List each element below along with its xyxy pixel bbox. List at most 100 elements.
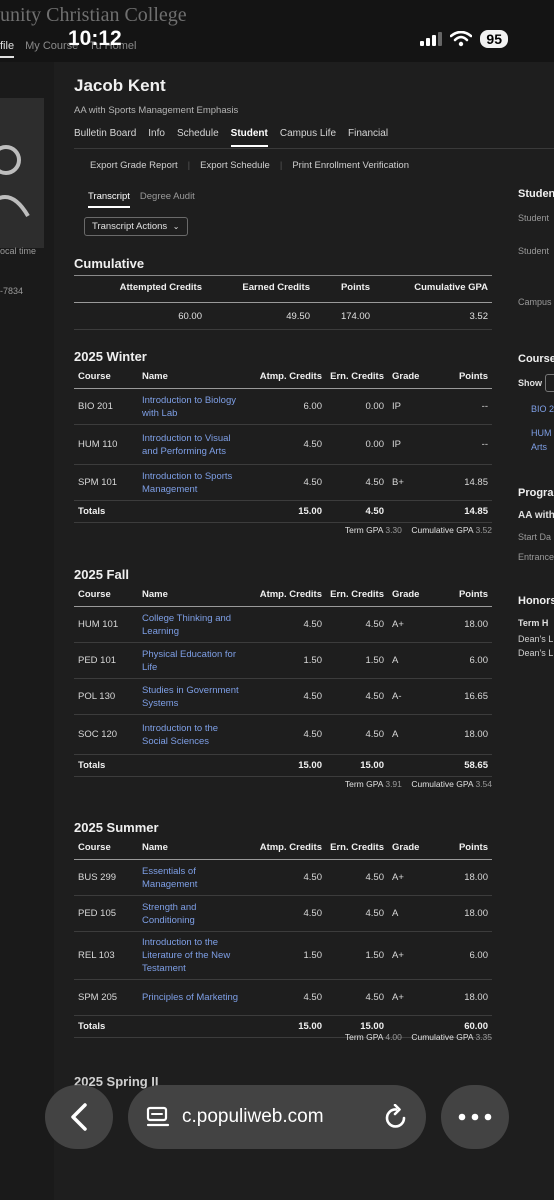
grade: A <box>388 642 432 679</box>
more-button[interactable] <box>441 1085 509 1149</box>
totals-label: Totals <box>74 500 138 523</box>
column-header: Atmp. Credits <box>250 583 326 607</box>
column-header: Course <box>74 365 138 389</box>
attempted-credits: 4.50 <box>250 606 326 643</box>
right-student-1: Student <box>518 213 550 223</box>
empty-cell <box>388 500 432 523</box>
points: 18.00 <box>432 606 492 643</box>
right-program-heading: Progra <box>518 487 554 499</box>
nav-campus-life[interactable]: Campus Life <box>280 128 336 147</box>
college-title: unity Christian College <box>0 4 187 26</box>
course-name-link[interactable]: Introduction to the Social Sciences <box>138 714 250 755</box>
earned-credits: 0.00 <box>326 424 388 465</box>
totals-attempted: 15.00 <box>250 500 326 523</box>
cum-earned: 49.50 <box>286 311 310 322</box>
points: 18.00 <box>432 859 492 896</box>
cum-header-earned: Earned Credits <box>242 282 310 293</box>
course-name-link[interactable]: Introduction to Biology with Lab <box>138 388 250 425</box>
totals-earned: 4.50 <box>326 500 388 523</box>
transcript-actions-dropdown[interactable]: Transcript Actions ⌄ <box>84 217 188 236</box>
nav-student[interactable]: Student <box>230 128 268 147</box>
export-grade-report-link[interactable]: Export Grade Report <box>90 160 178 171</box>
right-honors-heading: Honors <box>518 595 554 607</box>
course-name-link[interactable]: Introduction to the Literature of the Ne… <box>138 931 250 980</box>
course-name-link[interactable]: Principles of Marketing <box>138 979 250 1016</box>
column-header: Name <box>138 365 250 389</box>
term-table: Course Name Atmp. Credits Ern. Credits Grade… <box>74 583 492 777</box>
attempted-credits: 1.50 <box>250 931 326 980</box>
nav-schedule[interactable]: Schedule <box>177 128 219 147</box>
term-title: 2025 Winter <box>74 349 147 364</box>
reload-icon[interactable] <box>384 1104 408 1130</box>
course-code: HUM 101 <box>74 606 138 643</box>
back-button[interactable] <box>45 1085 113 1149</box>
nav-bulletin-board[interactable]: Bulletin Board <box>74 128 136 147</box>
subtab-transcript[interactable]: Transcript <box>88 191 130 208</box>
tab-profile[interactable]: file <box>0 40 15 58</box>
attempted-credits: 4.50 <box>250 979 326 1016</box>
right-deans-list-2: Dean's L <box>518 648 554 658</box>
grade: A+ <box>388 979 432 1016</box>
term-gpa-label: Term GPA <box>344 779 383 789</box>
subtab-degree-audit[interactable]: Degree Audit <box>140 191 195 208</box>
column-header: Ern. Credits <box>326 836 388 860</box>
course-name-link[interactable]: Essentials of Management <box>138 859 250 896</box>
nav-info[interactable]: Info <box>148 128 165 147</box>
show-select[interactable] <box>545 374 554 392</box>
grade: A+ <box>388 606 432 643</box>
table-header-row: Course Name Atmp. Credits Ern. Credits Grade… <box>74 836 492 860</box>
earned-credits: 4.50 <box>326 859 388 896</box>
right-course-link-1[interactable]: BIO 2 <box>531 404 554 414</box>
column-header: Grade <box>388 583 432 607</box>
table-row: REL 103 Introduction to the Literature of… <box>74 931 492 980</box>
course-name-link[interactable]: Studies in Government Systems <box>138 678 250 715</box>
column-header: Atmp. Credits <box>250 365 326 389</box>
right-program-name: AA with <box>518 510 554 521</box>
export-schedule-link[interactable]: Export Schedule <box>200 160 270 171</box>
course-name-link[interactable]: Introduction to Visual and Performing Ar… <box>138 424 250 465</box>
table-header-row: Course Name Atmp. Credits Ern. Credits Grade… <box>74 365 492 389</box>
right-campus: Campus <box>518 297 552 307</box>
student-program: AA with Sports Management Emphasis <box>74 105 239 116</box>
attempted-credits: 4.50 <box>250 895 326 932</box>
separator: | <box>187 160 191 171</box>
course-name-link[interactable]: Introduction to Sports Management <box>138 464 250 501</box>
table-row: HUM 110 Introduction to Visual and Perfor… <box>74 424 492 465</box>
right-course-link-2[interactable]: HUM <box>531 428 552 438</box>
course-name-link[interactable]: College Thinking and Learning <box>138 606 250 643</box>
totals-row: Totals 15.00 4.50 14.85 <box>74 500 492 523</box>
cumulative-gpa-label: Cumulative GPA <box>411 525 474 535</box>
cumulative-title: Cumulative <box>74 256 145 271</box>
cumulative-gpa-label: Cumulative GPA <box>411 1032 474 1042</box>
term-table: Course Name Atmp. Credits Ern. Credits Grade… <box>74 836 492 1038</box>
cum-attempted: 60.00 <box>178 311 202 322</box>
right-term-honors: Term H <box>518 618 549 628</box>
course-name-link[interactable]: Strength and Conditioning <box>138 895 250 932</box>
sub-tabs: Transcript Degree Audit <box>88 191 195 208</box>
points: 6.00 <box>432 642 492 679</box>
chevron-left-icon <box>71 1103 87 1131</box>
term-gpa-line: Term GPA 4.00 Cumulative GPA 3.35 <box>74 1032 492 1042</box>
grade: A+ <box>388 859 432 896</box>
points: 6.00 <box>432 931 492 980</box>
cum-points: 174.00 <box>340 311 370 322</box>
term-table: Course Name Atmp. Credits Ern. Credits Grade… <box>74 365 492 523</box>
course-name-link[interactable]: Physical Education for Life <box>138 642 250 679</box>
table-row: POL 130 Studies in Government Systems 4.50… <box>74 678 492 715</box>
right-course-link-3[interactable]: Arts <box>531 442 547 452</box>
action-links: Export Grade Report | Export Schedule | … <box>90 160 409 171</box>
nav-divider <box>74 148 554 149</box>
table-row: SPM 205 Principles of Marketing 4.50 4.50 A+… <box>74 979 492 1016</box>
address-bar[interactable]: c.populiweb.com <box>128 1085 426 1149</box>
more-icon <box>458 1113 492 1121</box>
points: -- <box>432 424 492 465</box>
nav-financial[interactable]: Financial <box>348 128 388 147</box>
earned-credits: 4.50 <box>326 714 388 755</box>
wifi-icon <box>450 31 473 47</box>
url-text: c.populiweb.com <box>182 1106 324 1127</box>
right-courses-heading: Course <box>518 353 554 365</box>
avatar <box>0 98 44 248</box>
table-row: BIO 201 Introduction to Biology with Lab 6… <box>74 388 492 425</box>
print-enrollment-verification-link[interactable]: Print Enrollment Verification <box>292 160 409 171</box>
table-row: SPM 101 Introduction to Sports Management… <box>74 464 492 501</box>
